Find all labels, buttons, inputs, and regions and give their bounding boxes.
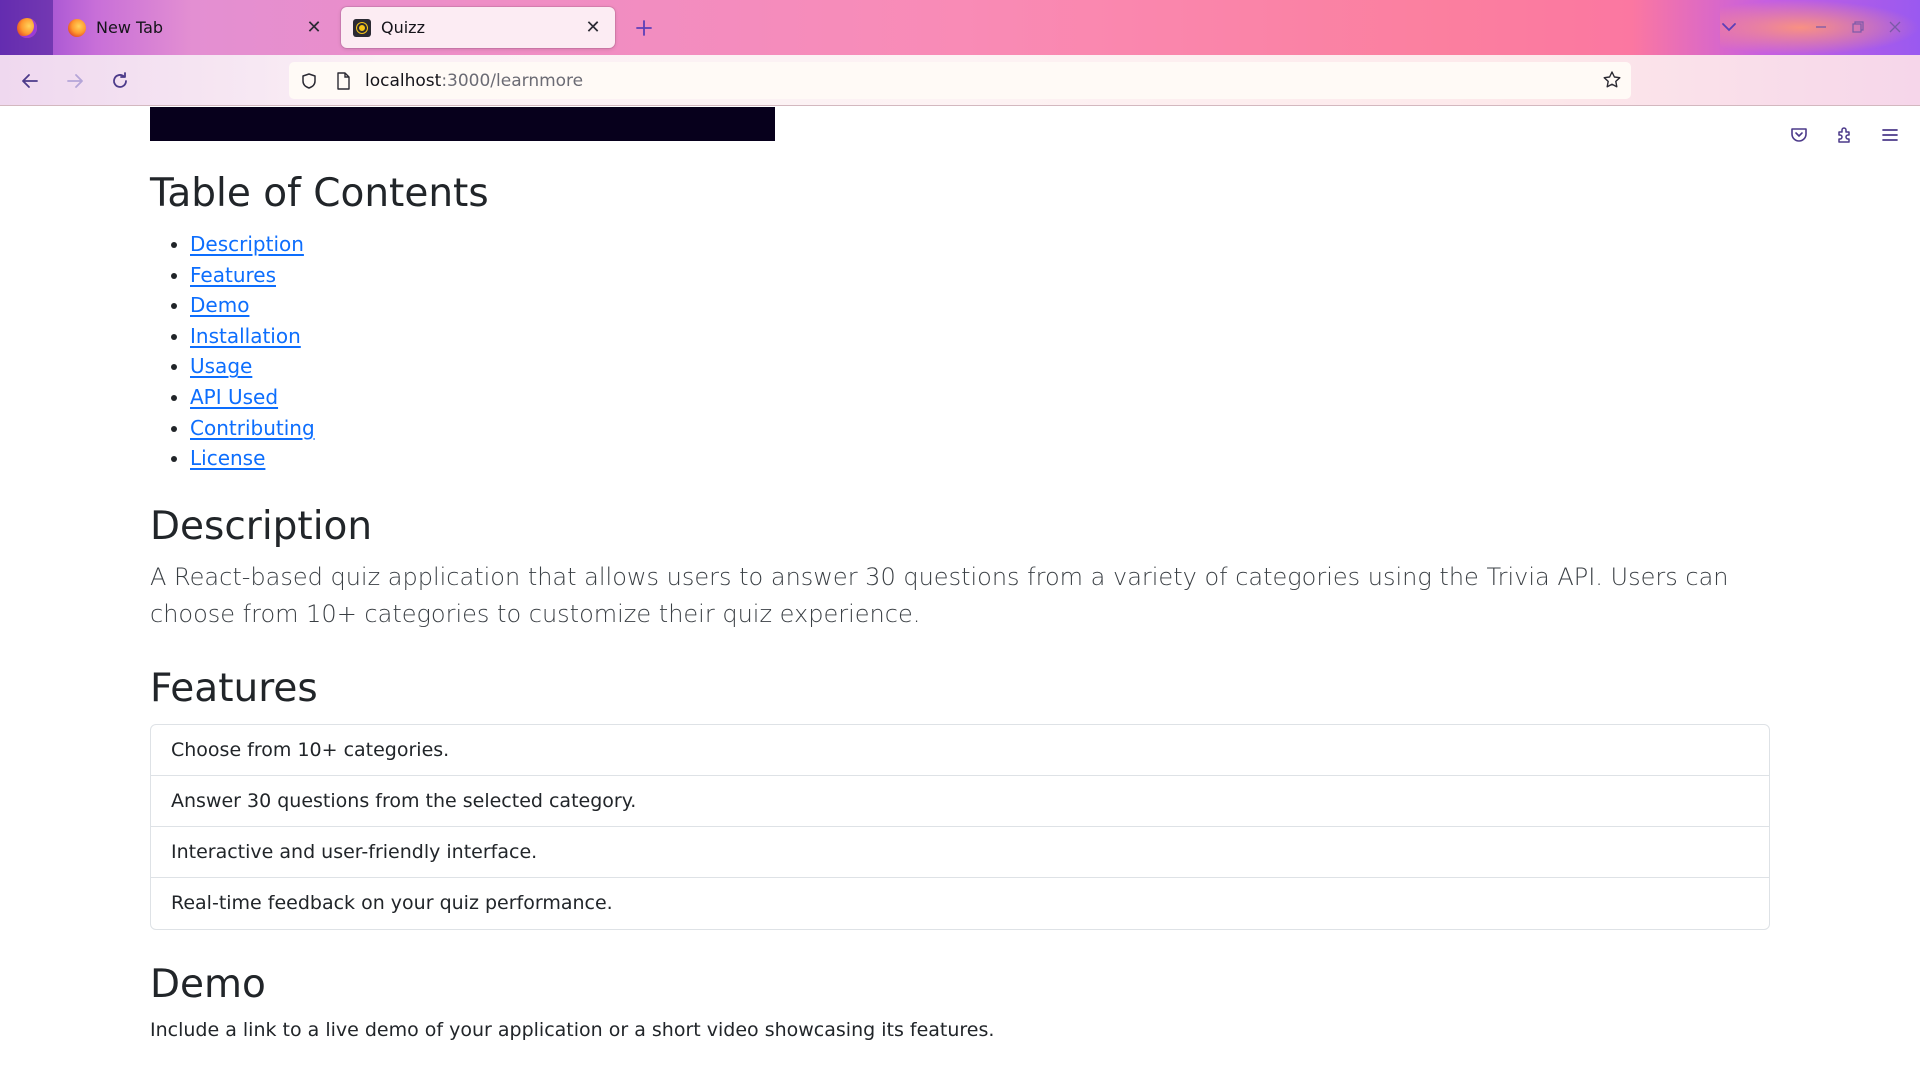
tab-bar: New Tab ✕ Quizz ✕ — [0, 0, 1920, 55]
toc-item: Installation — [190, 321, 315, 352]
toc-list: Description Features Demo Installation U… — [170, 229, 315, 474]
list-item: Choose from 10+ categories. — [151, 725, 1769, 776]
arrow-right-icon — [67, 74, 83, 88]
toc-link-usage[interactable]: Usage — [190, 354, 252, 378]
toc-link-features[interactable]: Features — [190, 263, 276, 287]
toc-item: License — [190, 443, 315, 474]
back-button[interactable] — [14, 65, 46, 97]
list-item: Real-time feedback on your quiz performa… — [171, 892, 613, 914]
list-item: Answer 30 questions from the selected ca… — [151, 776, 1769, 827]
quiz-favicon-icon — [353, 18, 371, 37]
close-icon[interactable]: ✕ — [304, 17, 324, 38]
hero-image — [150, 107, 775, 141]
plus-icon — [636, 20, 652, 36]
toc-link-description[interactable]: Description — [190, 232, 304, 256]
restore-icon — [1852, 21, 1864, 33]
close-window-button[interactable] — [1880, 12, 1910, 42]
toc-heading: Table of Contents — [150, 171, 489, 216]
minimize-icon — [1816, 26, 1826, 28]
new-tab-button[interactable] — [628, 12, 660, 44]
chevron-down-icon — [1722, 23, 1736, 32]
url-path: :3000/learnmore — [441, 70, 584, 91]
firefox-icon — [16, 17, 37, 38]
tab-new-tab[interactable]: New Tab ✕ — [56, 7, 336, 48]
tab-title: Quizz — [381, 18, 425, 37]
restore-button[interactable] — [1843, 12, 1873, 42]
minimize-button[interactable] — [1806, 12, 1836, 42]
tracking-protection-shield-icon[interactable] — [299, 71, 319, 91]
tab-quizz[interactable]: Quizz ✕ — [341, 7, 615, 48]
list-item: Interactive and user-friendly interface. — [151, 827, 1769, 878]
star-icon — [1603, 71, 1621, 88]
page-content: Table of Contents Description Features D… — [0, 107, 1920, 1080]
toc-link-installation[interactable]: Installation — [190, 324, 301, 348]
description-heading: Description — [150, 504, 373, 549]
toc-item: API Used — [190, 382, 315, 413]
arrow-left-icon — [22, 74, 38, 88]
list-all-tabs-button[interactable] — [1714, 12, 1744, 42]
features-heading: Features — [150, 666, 318, 711]
toc-link-demo[interactable]: Demo — [190, 293, 249, 317]
demo-heading: Demo — [150, 962, 266, 1007]
close-icon[interactable]: ✕ — [583, 17, 603, 38]
firefox-icon — [68, 18, 86, 37]
description-text: A React-based quiz application that allo… — [150, 563, 1729, 628]
reload-button[interactable] — [104, 65, 136, 97]
features-list: Choose from 10+ categories. Answer 30 qu… — [150, 724, 1770, 930]
toc-item: Features — [190, 260, 315, 291]
reload-icon — [113, 72, 127, 88]
tab-title: New Tab — [96, 18, 164, 37]
toc-item: Contributing — [190, 413, 315, 444]
demo-text: Include a link to a live demo of your ap… — [150, 1019, 995, 1041]
url-text[interactable]: localhost:3000/learnmore — [365, 71, 583, 91]
close-icon — [1889, 21, 1901, 33]
toc-item: Description — [190, 229, 315, 260]
toc-link-contributing[interactable]: Contributing — [190, 416, 315, 440]
toc-item: Demo — [190, 290, 315, 321]
address-bar[interactable]: localhost:3000/learnmore — [289, 62, 1631, 99]
toc-link-license[interactable]: License — [190, 446, 265, 470]
page-info-icon[interactable] — [333, 71, 353, 91]
firefox-view-button[interactable] — [0, 0, 53, 55]
bookmark-star-button[interactable] — [1601, 69, 1623, 91]
forward-button[interactable] — [59, 65, 91, 97]
toc-link-api-used[interactable]: API Used — [190, 385, 278, 409]
toc-item: Usage — [190, 351, 315, 382]
url-host: localhost — [365, 70, 442, 91]
